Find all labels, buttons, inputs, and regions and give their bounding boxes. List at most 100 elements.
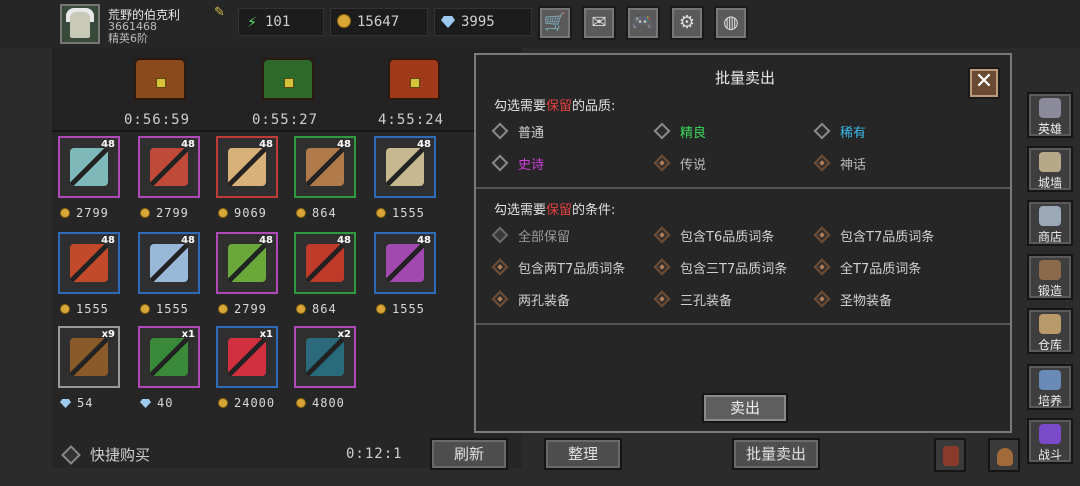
armor-icon[interactable] — [934, 438, 966, 472]
refresh-button[interactable]: 刷新 — [430, 438, 508, 470]
item-quantity: 48 — [259, 139, 273, 150]
item-art-icon — [228, 148, 266, 186]
nav-shop-stall[interactable]: 商店 — [1027, 200, 1073, 246]
shop-item-slot[interactable]: x1 — [138, 326, 200, 388]
condition-option[interactable]: 包含T7品质词条 — [813, 226, 934, 247]
condition-option[interactable]: 两孔装备 — [491, 290, 570, 311]
checkbox-diamond-icon — [491, 258, 509, 276]
quality-option[interactable]: 精良 — [653, 122, 706, 143]
item-art-icon — [150, 244, 188, 282]
nav-training[interactable]: 培养 — [1027, 364, 1073, 410]
checkbox-diamond-icon — [813, 258, 831, 276]
quality-option[interactable]: 传说 — [653, 154, 706, 175]
item-quantity: 48 — [417, 139, 431, 150]
sort-button[interactable]: 整理 — [544, 438, 622, 470]
shop-item-slot[interactable]: 48 — [374, 232, 436, 294]
checkbox-diamond-icon — [653, 290, 671, 308]
shop-item-slot[interactable]: 48 — [138, 136, 200, 198]
gamepad-icon[interactable]: 🎮 — [626, 6, 660, 40]
item-art-icon — [150, 148, 188, 186]
item-art-icon — [306, 244, 344, 282]
gold-coin-icon — [376, 304, 386, 314]
item-art-icon — [306, 148, 344, 186]
bag-icon[interactable] — [988, 438, 1020, 472]
shop-item-slot[interactable]: 48 — [138, 232, 200, 294]
color-wheel-icon[interactable]: ◍ — [714, 6, 748, 40]
close-button[interactable]: ✕ — [968, 67, 1000, 99]
nav-anvil[interactable]: 锻造 — [1027, 254, 1073, 300]
gold-coin-icon — [296, 398, 306, 408]
quick-buy-toggle[interactable]: 快捷购买 — [61, 444, 150, 465]
diamond-icon — [60, 399, 71, 408]
item-art-icon — [228, 244, 266, 282]
bulk-sell-dialog: 批量卖出 ✕ 勾选需要保留的品质: 普通 精良 稀有 史诗 传说 神话 勾选需要保留的条件… — [474, 53, 1012, 433]
item-art-icon — [70, 338, 108, 376]
refresh-timer: 0:12:1 — [346, 446, 403, 462]
condition-option[interactable]: 三孔装备 — [653, 290, 732, 311]
shop-cart-icon[interactable]: 🛒 — [538, 6, 572, 40]
nav-city-wall[interactable]: 城墙 — [1027, 146, 1073, 192]
checkbox-diamond-icon — [491, 226, 509, 244]
treasure-chest-icon[interactable] — [134, 58, 186, 100]
nav-battle-portal[interactable]: 战斗 — [1027, 418, 1073, 464]
energy-icon: ⚡ — [247, 15, 257, 31]
condition-option[interactable]: 包含T6品质词条 — [653, 226, 774, 247]
checkbox-diamond-icon — [491, 290, 509, 308]
item-quantity: 48 — [337, 235, 351, 246]
gold-coin-icon — [140, 208, 150, 218]
quality-option[interactable]: 普通 — [491, 122, 544, 143]
item-quantity: 48 — [181, 139, 195, 150]
nav-warehouse[interactable]: 仓库 — [1027, 308, 1073, 354]
player-avatar[interactable] — [60, 4, 100, 44]
item-quantity: 48 — [259, 235, 273, 246]
shop-item-slot[interactable]: 48 — [58, 136, 120, 198]
shop-item-slot[interactable]: 48 — [216, 136, 278, 198]
bulk-sell-button[interactable]: 批量卖出 — [732, 438, 820, 470]
diamond-counter: 3995 — [434, 8, 532, 36]
settings-gear-icon[interactable]: ⚙ — [670, 6, 704, 40]
quality-option[interactable]: 史诗 — [491, 154, 544, 175]
shop-item-slot[interactable]: x2 — [294, 326, 356, 388]
item-quantity: x1 — [259, 329, 273, 340]
diamond-icon — [140, 399, 151, 408]
item-price: 40 — [140, 396, 173, 410]
shop-item-slot[interactable]: x1 — [216, 326, 278, 388]
nav-hero-helmet[interactable]: 英雄 — [1027, 92, 1073, 138]
gold-coin-icon — [218, 208, 228, 218]
condition-option[interactable]: 圣物装备 — [813, 290, 892, 311]
quality-option[interactable]: 稀有 — [813, 122, 866, 143]
gold-counter: 15647 — [330, 8, 428, 36]
item-art-icon — [386, 244, 424, 282]
gold-coin-icon — [296, 304, 306, 314]
quality-option[interactable]: 神话 — [813, 154, 866, 175]
diamond-icon — [439, 14, 457, 32]
shop-item-slot[interactable]: 48 — [294, 136, 356, 198]
shop-item-slot[interactable]: 48 — [216, 232, 278, 294]
condition-option[interactable]: 包含三T7品质词条 — [653, 258, 787, 279]
checkbox-diamond-icon — [653, 226, 671, 244]
gold-coin-icon — [140, 304, 150, 314]
shop-item-slot[interactable]: 48 — [58, 232, 120, 294]
shop-item-slot[interactable]: 48 — [294, 232, 356, 294]
condition-option[interactable]: 包含两T7品质词条 — [491, 258, 625, 279]
quality-header: 勾选需要保留的品质: — [494, 99, 616, 114]
sell-button[interactable]: 卖出 — [702, 393, 788, 423]
chest-timer: 0:56:59 — [124, 112, 191, 128]
training-icon — [1039, 370, 1061, 390]
treasure-chest-icon[interactable] — [262, 58, 314, 100]
item-art-icon — [70, 244, 108, 282]
condition-option[interactable]: 全部保留 — [491, 226, 570, 247]
city-wall-icon — [1039, 152, 1061, 172]
shop-item-slot[interactable]: x9 — [58, 326, 120, 388]
divider — [476, 187, 1010, 189]
item-price: 54 — [60, 396, 93, 410]
item-price: 2799 — [60, 206, 109, 220]
mail-icon[interactable]: ✉ — [582, 6, 616, 40]
edit-name-icon[interactable]: ✎ — [214, 6, 228, 20]
item-price: 864 — [296, 206, 337, 220]
gold-coin-icon — [376, 208, 386, 218]
item-quantity: x9 — [101, 329, 115, 340]
condition-option[interactable]: 全T7品质词条 — [813, 258, 921, 279]
treasure-chest-icon[interactable] — [388, 58, 440, 100]
shop-item-slot[interactable]: 48 — [374, 136, 436, 198]
